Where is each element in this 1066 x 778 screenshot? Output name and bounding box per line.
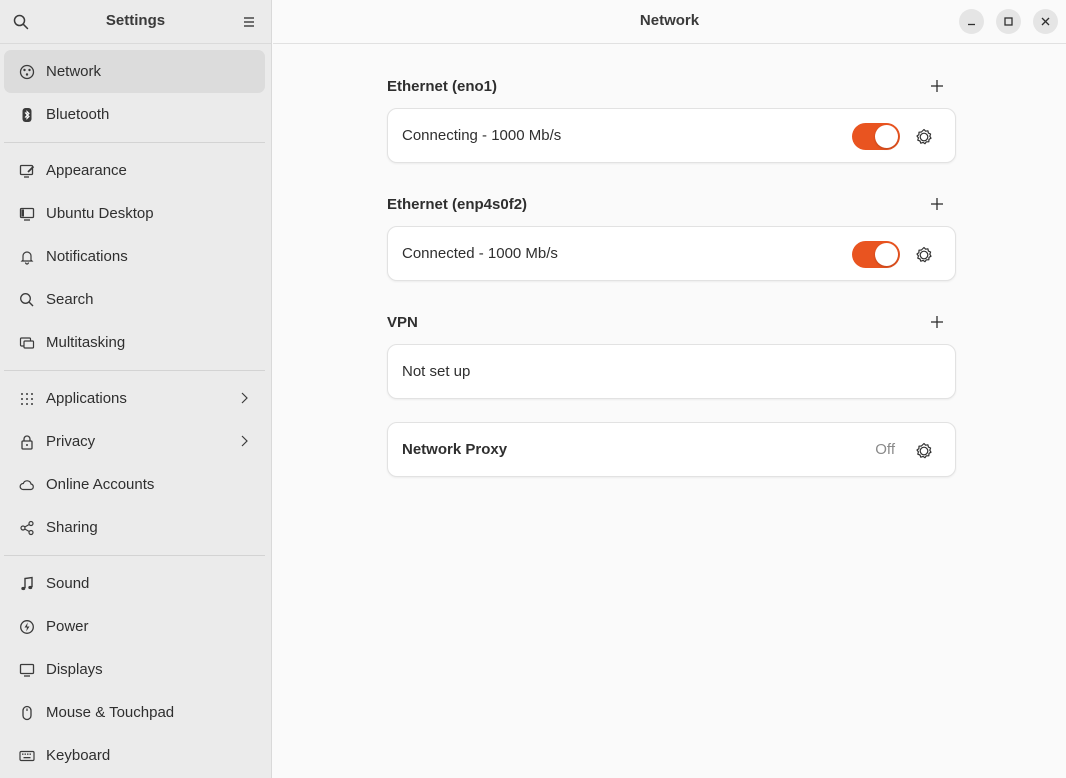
chevron-right-icon [241, 435, 248, 447]
display-icon [18, 661, 36, 679]
network-proxy-settings-button[interactable] [913, 440, 935, 462]
sidebar-item-keyboard[interactable]: Keyboard [4, 734, 265, 777]
maximize-icon [1004, 17, 1013, 26]
plus-icon [931, 316, 943, 328]
sidebar-item-mouse-touchpad[interactable]: Mouse & Touchpad [4, 691, 265, 734]
plus-icon [931, 80, 943, 92]
ethernet-eno1-card: Connecting - 1000 Mb/s [387, 108, 956, 163]
sidebar-item-label: Displays [46, 661, 103, 678]
sidebar-item-online-accounts[interactable]: Online Accounts [4, 463, 265, 506]
header-bar: Network [273, 0, 1066, 44]
hamburger-menu-icon [244, 17, 254, 27]
sidebar-item-sharing[interactable]: Sharing [4, 506, 265, 549]
sidebar-item-network[interactable]: Network [4, 50, 265, 93]
power-icon [18, 618, 36, 636]
apps-grid-icon [18, 390, 36, 408]
lock-icon [18, 433, 36, 451]
sidebar-item-label: Sharing [46, 519, 98, 536]
sidebar-item-ubuntu-desktop[interactable]: Ubuntu Desktop [4, 192, 265, 235]
chevron-right-icon [241, 392, 248, 404]
close-icon [1041, 17, 1050, 26]
sidebar: Settings Network Bluetooth Appearance Ub… [0, 0, 272, 778]
sidebar-divider [4, 142, 265, 143]
sidebar-item-label: Notifications [46, 248, 128, 265]
sidebar-item-label: Keyboard [46, 747, 111, 764]
close-button[interactable] [1033, 9, 1058, 34]
minimize-button[interactable] [959, 9, 984, 34]
add-connection-enp4s0f2-button[interactable] [928, 195, 946, 213]
sidebar-item-label: Bluetooth [46, 106, 110, 123]
gear-icon [916, 128, 932, 145]
add-vpn-button[interactable] [928, 313, 946, 331]
sidebar-list: Network Bluetooth Appearance Ubuntu Desk… [0, 44, 271, 777]
sidebar-item-privacy[interactable]: Privacy [4, 420, 265, 463]
ethernet-enp4s0f2-card: Connected - 1000 Mb/s [387, 226, 956, 281]
network-icon [18, 63, 36, 81]
gear-icon [916, 442, 932, 459]
sidebar-item-label: Mouse & Touchpad [46, 704, 175, 721]
sidebar-title: Settings [105, 12, 166, 29]
network-proxy-label: Network Proxy [402, 441, 508, 458]
plus-icon [931, 198, 943, 210]
ethernet-enp4s0f2-settings-button[interactable] [913, 244, 935, 266]
sidebar-item-multitasking[interactable]: Multitasking [4, 321, 265, 364]
sidebar-item-label: Network [46, 63, 102, 80]
search-icon [18, 291, 36, 309]
sidebar-divider [4, 555, 265, 556]
music-note-icon [18, 575, 36, 593]
sidebar-item-sound[interactable]: Sound [4, 562, 265, 605]
sidebar-item-applications[interactable]: Applications [4, 377, 265, 420]
ethernet-eno1-toggle[interactable] [852, 123, 900, 150]
sidebar-item-notifications[interactable]: Notifications [4, 235, 265, 278]
section-title-eno1: Ethernet (eno1) [387, 78, 498, 95]
sidebar-item-label: Online Accounts [46, 476, 155, 493]
keyboard-icon [18, 747, 36, 765]
vpn-status: Not set up [402, 363, 471, 380]
appearance-icon [18, 162, 36, 180]
connection-status: Connecting - 1000 Mb/s [402, 127, 562, 144]
network-proxy-row[interactable]: Network Proxy Off [387, 422, 956, 477]
main-menu-button[interactable] [237, 10, 261, 34]
minimize-icon [968, 23, 975, 26]
sidebar-item-label: Power [46, 618, 89, 635]
network-proxy-status: Off [875, 441, 895, 458]
section-title-vpn: VPN [387, 314, 418, 331]
multitasking-icon [18, 334, 36, 352]
sidebar-item-label: Ubuntu Desktop [46, 205, 154, 222]
vpn-card: Not set up [387, 344, 956, 399]
ethernet-enp4s0f2-toggle[interactable] [852, 241, 900, 268]
sidebar-header: Settings [0, 0, 271, 44]
sidebar-item-label: Search [46, 291, 94, 308]
toggle-knob [875, 125, 898, 148]
sidebar-item-label: Sound [46, 575, 90, 592]
bell-icon [18, 248, 36, 266]
sidebar-item-search[interactable]: Search [4, 278, 265, 321]
sidebar-item-power[interactable]: Power [4, 605, 265, 648]
sidebar-item-appearance[interactable]: Appearance [4, 149, 265, 192]
sidebar-divider [4, 370, 265, 371]
ethernet-eno1-settings-button[interactable] [913, 126, 935, 148]
cloud-icon [18, 476, 36, 494]
ubuntu-desktop-icon [18, 205, 36, 223]
connection-status: Connected - 1000 Mb/s [402, 245, 558, 262]
sidebar-item-displays[interactable]: Displays [4, 648, 265, 691]
sidebar-item-bluetooth[interactable]: Bluetooth [4, 93, 265, 136]
add-connection-eno1-button[interactable] [928, 77, 946, 95]
section-title-enp4s0f2: Ethernet (enp4s0f2) [387, 196, 528, 213]
toggle-knob [875, 243, 898, 266]
maximize-button[interactable] [996, 9, 1021, 34]
bluetooth-icon [18, 106, 36, 124]
sidebar-item-label: Appearance [46, 162, 127, 179]
page-title: Network [639, 12, 700, 29]
sidebar-item-label: Multitasking [46, 334, 126, 351]
mouse-icon [18, 704, 36, 722]
sidebar-item-label: Applications [46, 390, 127, 407]
sidebar-item-label: Privacy [46, 433, 96, 450]
share-icon [18, 519, 36, 537]
gear-icon [916, 246, 932, 263]
